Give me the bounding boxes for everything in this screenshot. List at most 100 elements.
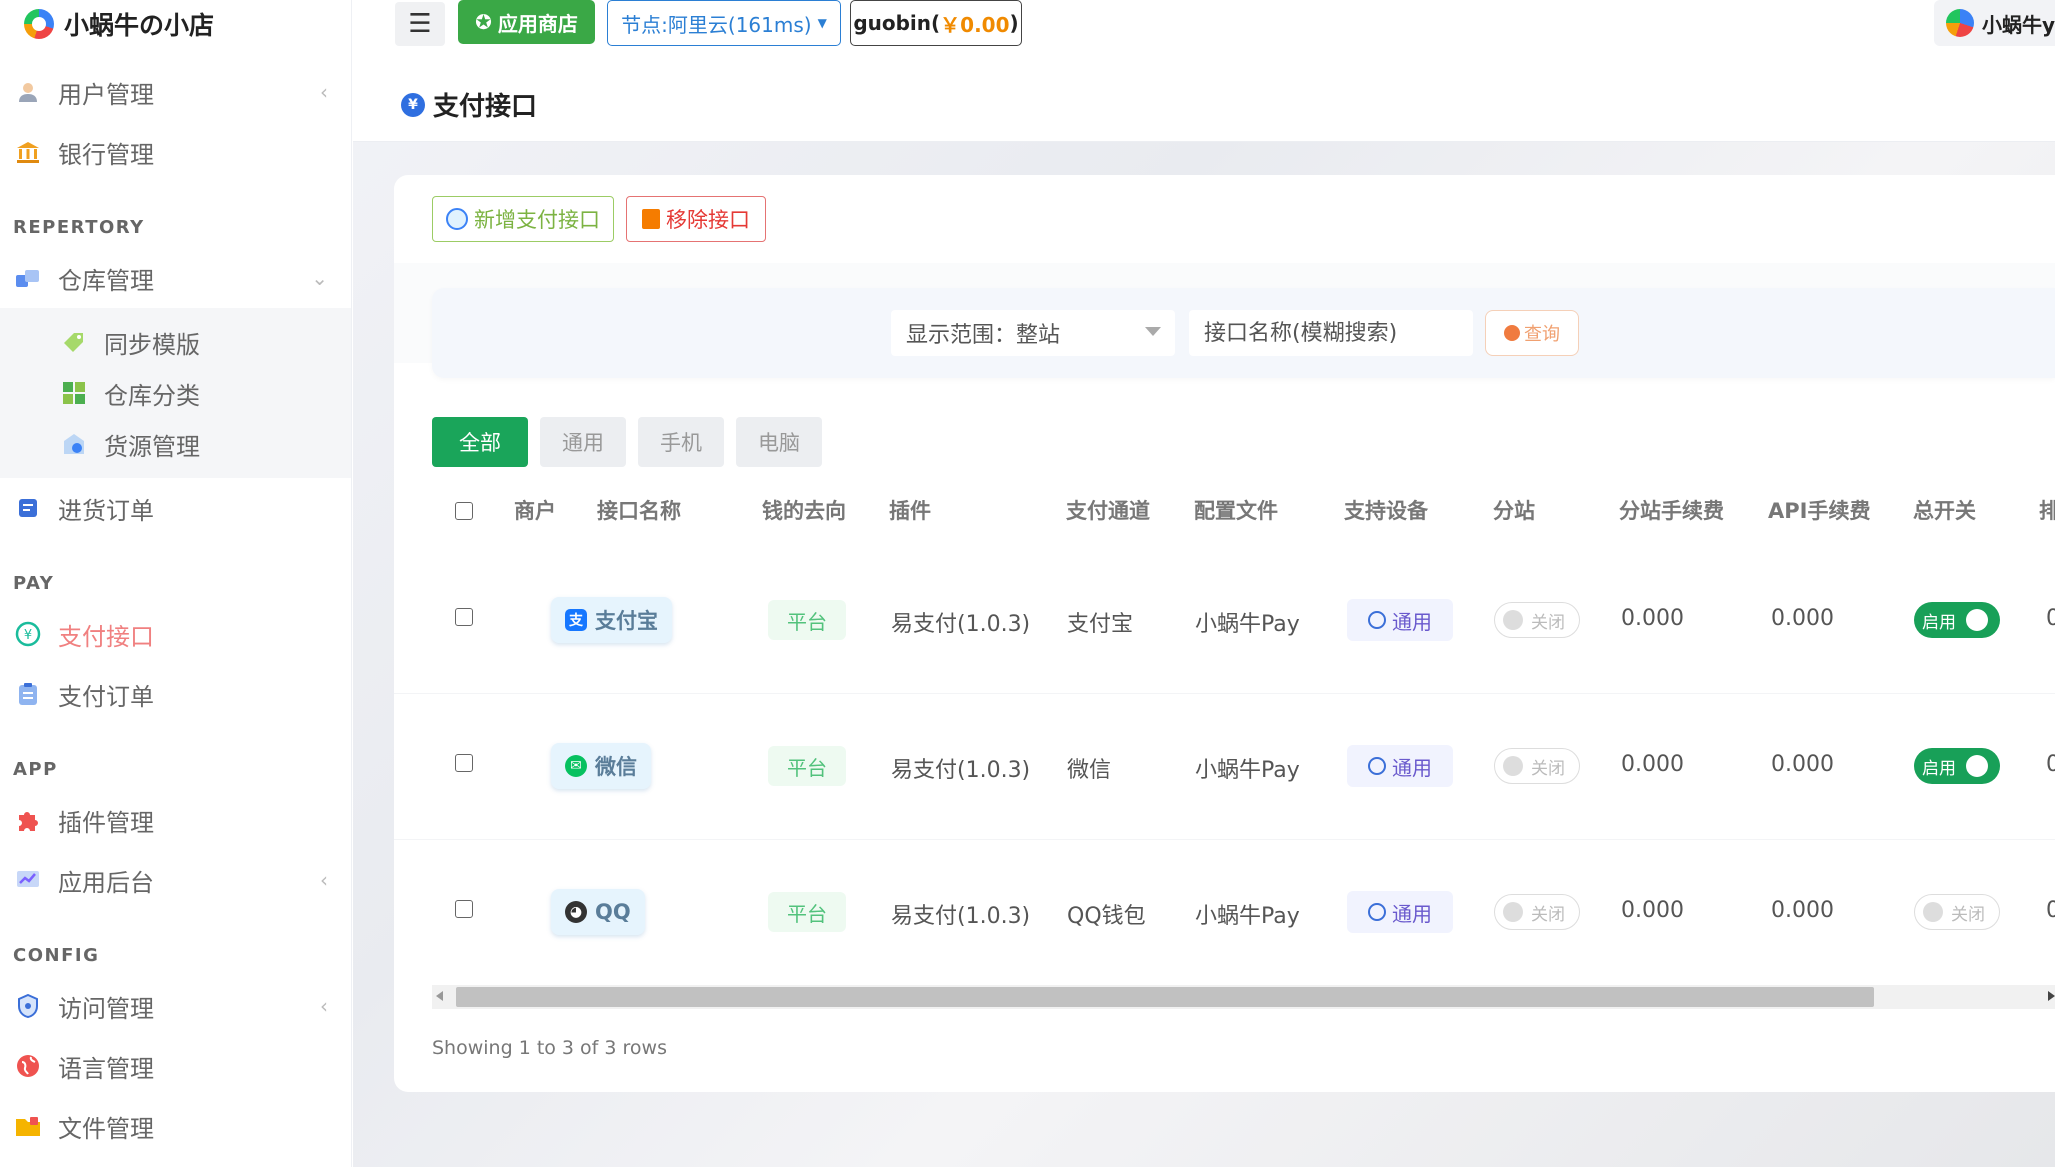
master-switch-toggle[interactable]: 启用 bbox=[1914, 602, 2000, 638]
interface-name-alipay: 支 支付宝 bbox=[551, 597, 672, 643]
header-destination: 钱的去向 bbox=[762, 499, 846, 523]
config-cell: 小蜗牛Pay bbox=[1195, 758, 1300, 783]
header-channel: 支付通道 bbox=[1066, 499, 1150, 523]
scroll-right-icon[interactable] bbox=[2048, 991, 2055, 1001]
api-fee-cell: 0.000 bbox=[1771, 606, 1834, 631]
sub-fee-cell: 0.000 bbox=[1621, 752, 1684, 777]
header-plugin: 插件 bbox=[889, 499, 931, 523]
topbar: ☰ ✪ 应用商店 节点:阿里云(161ms) ▼ guobin(￥0.00) 小… bbox=[353, 0, 2055, 46]
sidebar-item-app-backend[interactable]: 应用后台 ‹ bbox=[0, 850, 351, 910]
chevron-down-icon: ⌄ bbox=[311, 266, 328, 290]
sort-cell: 0 bbox=[2046, 898, 2055, 923]
master-switch-toggle[interactable]: 关闭 bbox=[1914, 894, 2000, 930]
shield-icon bbox=[14, 992, 42, 1020]
sort-cell: 0 bbox=[2046, 606, 2055, 631]
chevron-left-icon: ‹ bbox=[320, 868, 328, 892]
logo-icon bbox=[24, 9, 54, 39]
globe-icon bbox=[1368, 903, 1386, 921]
menu-toggle-button[interactable]: ☰ bbox=[395, 2, 445, 46]
sidebar-subitem-warehouse-category[interactable]: 仓库分类 bbox=[0, 368, 351, 418]
qq-icon: ◕ bbox=[565, 901, 587, 923]
substation-toggle[interactable]: 关闭 bbox=[1494, 748, 1580, 784]
avatar bbox=[1946, 9, 1974, 37]
destination-badge: 平台 bbox=[768, 746, 846, 786]
content-card: 新增支付接口 移除接口 显示范围：整站 查询 全部 通用 手机 电脑 商户 接口… bbox=[394, 175, 2055, 1092]
section-config: CONFIG bbox=[13, 945, 100, 966]
api-fee-cell: 0.000 bbox=[1771, 752, 1834, 777]
master-switch-toggle[interactable]: 启用 bbox=[1914, 748, 2000, 784]
scroll-left-icon[interactable] bbox=[436, 991, 443, 1001]
tab-all[interactable]: 全部 bbox=[432, 417, 528, 467]
add-payment-interface-button[interactable]: 新增支付接口 bbox=[432, 196, 614, 242]
sidebar: 小蜗牛の小店 用户管理 ‹ 银行管理 REPERTORY 仓库管理 ⌄ 同步模版… bbox=[0, 0, 352, 1167]
caret-down-icon: ▼ bbox=[817, 16, 827, 30]
profile-button[interactable]: 小蜗牛y bbox=[1934, 0, 2055, 46]
brand-title: 小蜗牛の小店 bbox=[64, 11, 215, 40]
device-badge: 通用 bbox=[1347, 745, 1453, 787]
sidebar-item-plugins[interactable]: 插件管理 bbox=[0, 790, 351, 850]
substation-toggle[interactable]: 关闭 bbox=[1494, 602, 1580, 638]
header-sort: 排 bbox=[2039, 499, 2055, 523]
clipboard-icon bbox=[14, 680, 42, 708]
sidebar-item-language[interactable]: 语言管理 bbox=[0, 1036, 351, 1096]
section-pay: PAY bbox=[13, 573, 55, 594]
user-icon bbox=[14, 78, 42, 106]
tab-mobile[interactable]: 手机 bbox=[638, 417, 724, 467]
header-config: 配置文件 bbox=[1194, 499, 1278, 523]
sidebar-item-files[interactable]: 文件管理 bbox=[0, 1096, 351, 1156]
plugin-cell: 易支付(1.0.3) bbox=[891, 904, 1031, 929]
section-repertory: REPERTORY bbox=[13, 217, 145, 238]
horizontal-scrollbar[interactable] bbox=[432, 985, 2055, 1009]
chart-icon bbox=[14, 866, 42, 894]
scroll-thumb[interactable] bbox=[456, 987, 1874, 1007]
interface-name-wechat: ✉ 微信 bbox=[551, 743, 651, 789]
page-header: ¥ 支付接口 bbox=[353, 46, 2055, 142]
channel-cell: 支付宝 bbox=[1067, 612, 1134, 637]
api-fee-cell: 0.000 bbox=[1771, 898, 1834, 923]
sidebar-subitem-supply[interactable]: 货源管理 bbox=[0, 419, 351, 469]
app-store-button[interactable]: ✪ 应用商店 bbox=[458, 0, 595, 44]
source-icon bbox=[60, 430, 88, 458]
remove-interface-button[interactable]: 移除接口 bbox=[626, 196, 766, 242]
add-circle-icon bbox=[446, 208, 468, 230]
brand[interactable]: 小蜗牛の小店 bbox=[24, 8, 214, 40]
pagination-info: Showing 1 to 3 of 3 rows bbox=[432, 1037, 667, 1059]
sidebar-item-warehouse[interactable]: 仓库管理 ⌄ bbox=[0, 248, 351, 308]
header-substation: 分站 bbox=[1493, 499, 1535, 523]
globe-icon bbox=[1368, 611, 1386, 629]
tab-desktop[interactable]: 电脑 bbox=[736, 417, 822, 467]
channel-cell: QQ钱包 bbox=[1067, 904, 1146, 929]
grid-icon bbox=[60, 379, 88, 407]
row-checkbox[interactable] bbox=[455, 900, 473, 918]
node-select-button[interactable]: 节点:阿里云(161ms) ▼ bbox=[607, 0, 841, 46]
sidebar-item-payment-orders[interactable]: 支付订单 bbox=[0, 664, 351, 724]
row-checkbox[interactable] bbox=[455, 754, 473, 772]
plugin-cell: 易支付(1.0.3) bbox=[891, 612, 1031, 637]
puzzle-icon bbox=[14, 806, 42, 834]
interface-name-search-input[interactable] bbox=[1189, 310, 1473, 356]
sidebar-item-access[interactable]: 访问管理 ‹ bbox=[0, 976, 351, 1036]
app-store-icon: ✪ bbox=[475, 10, 492, 34]
header-api-fee: API手续费 bbox=[1768, 499, 1871, 523]
sidebar-subitem-sync-template[interactable]: 同步模版 bbox=[0, 317, 351, 367]
user-balance-button[interactable]: guobin(￥0.00) bbox=[850, 0, 1022, 46]
tab-general[interactable]: 通用 bbox=[540, 417, 626, 467]
payment-globe-icon: ¥ bbox=[401, 92, 425, 117]
sidebar-item-payment-interface[interactable]: ¥ 支付接口 bbox=[0, 604, 351, 664]
select-all-checkbox[interactable] bbox=[455, 502, 473, 520]
chevron-left-icon: ‹ bbox=[320, 80, 328, 104]
sidebar-item-users[interactable]: 用户管理 ‹ bbox=[0, 62, 351, 122]
tag-icon bbox=[60, 328, 88, 356]
chevron-left-icon: ‹ bbox=[320, 994, 328, 1018]
search-panel: 显示范围：整站 查询 bbox=[432, 288, 2055, 378]
search-icon bbox=[1504, 325, 1520, 341]
substation-toggle[interactable]: 关闭 bbox=[1494, 894, 1580, 930]
warehouse-icon bbox=[14, 264, 42, 292]
row-checkbox[interactable] bbox=[455, 608, 473, 626]
sidebar-item-bank[interactable]: 银行管理 bbox=[0, 122, 351, 182]
query-button[interactable]: 查询 bbox=[1485, 310, 1579, 356]
device-badge: 通用 bbox=[1347, 891, 1453, 933]
sidebar-item-purchase-orders[interactable]: 进货订单 bbox=[0, 478, 351, 538]
scope-select[interactable]: 显示范围：整站 bbox=[891, 310, 1175, 356]
sub-fee-cell: 0.000 bbox=[1621, 898, 1684, 923]
